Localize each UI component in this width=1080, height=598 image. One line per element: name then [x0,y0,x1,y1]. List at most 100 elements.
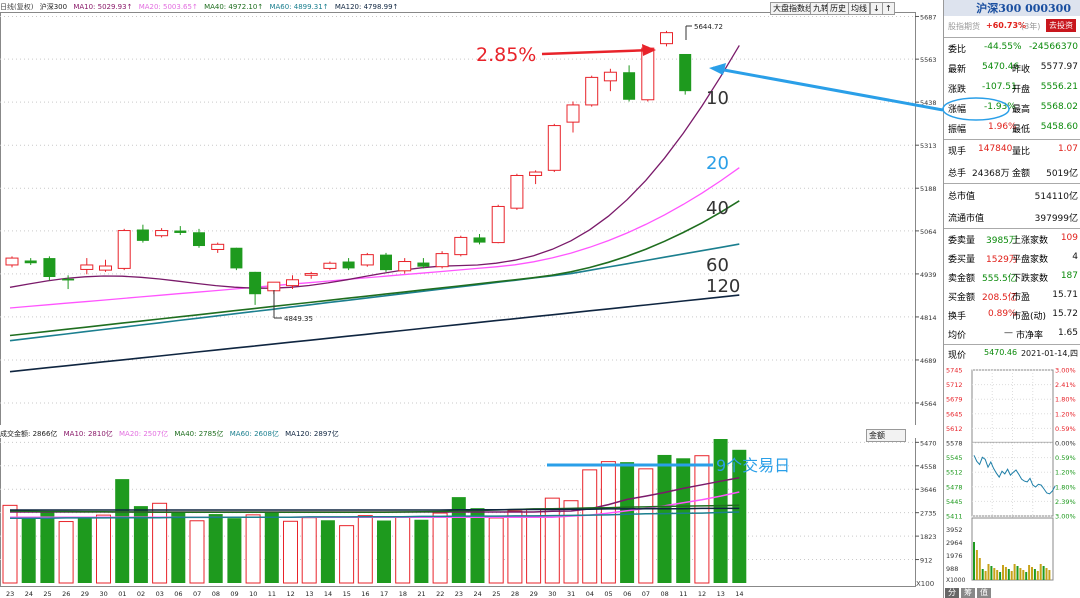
volume-bar-up [600,461,616,584]
volume-bar-down [77,517,92,583]
label-total-mktcap: 总市值 [948,192,976,202]
candle-body-up [155,230,169,237]
volume-bar-down [676,458,691,583]
volume-bar-down [377,520,391,583]
label-amount: 金额 [1012,169,1031,179]
intraday-right-tick: 1.80% [1055,396,1076,404]
candle-body-up [491,205,505,244]
row-total-mktcap: 总市值 514110亿 [944,185,1080,205]
panel-header: 沪深300 000300 [944,0,1080,16]
value-unchanged: 4 [1072,252,1078,262]
intraday-volume-tick: 3952 [946,526,963,534]
x-tick-label: 25 [492,590,500,598]
volume-bar-down [470,508,485,583]
x-tick-label: 13 [305,590,313,598]
row-zongshou: 总手 24368万 金额 5019亿 [944,162,1080,182]
label-decliners: 下跌家数 [1012,274,1049,284]
x-tick-label: 24 [474,590,482,598]
candle-body-up [360,254,374,266]
x-tick-label: 06 [174,590,182,598]
x-tick-label: 06 [623,590,631,598]
x-tick-label: 01 [118,590,126,598]
value-high: 5568.02 [1040,102,1078,112]
value-open: 5556.21 [1040,82,1078,92]
intraday-right-tick: 0.59% [1055,425,1076,433]
value-current-price: 5470.46 [984,348,1018,357]
legend-name: 沪深300 [39,3,68,11]
volume-bar-down [208,514,223,583]
tab-value[interactable]: 值 [977,588,991,598]
label-open: 开盘 [1012,85,1031,95]
intraday-right-tick: 0.00% [1055,440,1076,448]
history-button[interactable]: 历史 [827,2,849,15]
candle-body-up [529,171,543,176]
intraday-right-tick: 1.80% [1055,483,1076,491]
intraday-volume-tick: 1976 [946,552,963,560]
intraday-right-tick: 0.59% [1055,454,1076,462]
annotation-ma40: 40 [706,198,729,219]
candle-body-up [267,281,281,292]
price-tick-label: 4814 [920,314,937,322]
value-low: 5458.60 [1040,122,1078,132]
x-tick-label: 26 [62,590,70,598]
vol-legend-ma20: MA20: 2507亿 [119,430,169,438]
volume-bar-up [339,525,355,584]
volume-legend: 成交金额: 2866亿 MA10: 2810亿 MA20: 2507亿 MA40… [0,429,339,439]
scroll-down-button[interactable]: ↓ [870,2,883,15]
row-float-mktcap: 流通市值 397999亿 [944,207,1080,227]
value-weibi: -44.55% [984,42,1022,52]
intraday-volume-tick: 2964 [946,539,963,547]
x-tick-label: 02 [137,590,145,598]
annotation-ma60: 60 [706,255,729,276]
candle-body-down [473,237,486,243]
label-current-price: 现价 [948,351,967,361]
intraday-right-tick: 1.20% [1055,410,1076,418]
panel-title: 沪深300 000300 [976,2,1071,15]
volume-tick-label: 912 [920,557,932,565]
volume-bar-up [638,468,654,584]
candle-body-up [211,243,225,250]
x-tick-label: 22 [436,590,444,598]
candle-body-up [585,76,599,106]
price-tick-label: 5313 [920,142,937,150]
x-tick-label: 12 [287,590,295,598]
tab-chips[interactable]: 筹 [961,588,975,598]
label-prev-close: 昨收 [1012,65,1031,75]
legend-ma40: MA40: 4972.10↑ [204,3,264,11]
row-maijin: 卖金额 555.5亿 下跌家数 187 [944,267,1080,287]
scroll-up-button[interactable]: ↑ [882,2,895,15]
highlight-ellipse [942,97,1010,121]
candle-body-down [380,254,392,271]
intraday-left-tick: 5645 [946,410,963,418]
volume-tick-label: 2735 [920,510,937,518]
candle-body-down [230,247,243,269]
ma-button[interactable]: 均线 [848,2,870,15]
value-current-vol: 147840 [978,144,1013,154]
x-tick-label: 18 [399,590,407,598]
candle-body-up [566,104,580,123]
x-tick-label: 14 [735,590,743,598]
legend-ma60: MA60: 4899.31↑ [269,3,329,11]
intraday-volume-tick: 988 [946,565,958,573]
highlight-overlay [942,97,1010,121]
tab-intraday[interactable]: 分 [945,588,959,598]
x-tick-label: 25 [43,590,51,598]
volume-bar-up [301,517,317,584]
vol-legend-ma40: MA40: 2785亿 [174,430,224,438]
candle-body-down [136,229,149,241]
volume-bar-up [189,520,205,584]
candle-body-up [80,264,94,270]
volume-bar-up [507,510,523,584]
row-zhangdie: 涨跌 -107.51 开盘 5556.21 [944,78,1080,98]
intraday-left-tick: 5478 [946,483,963,491]
candle-body-down [249,271,262,295]
intraday-left-tick: 5712 [946,381,963,389]
value-date: 2021-01-14,四 [1020,349,1078,358]
row-mairu: 买金额 208.5亿 市盈 15.71 [944,286,1080,306]
row-weimai: 委卖量 3985万 上涨家数 109 [944,229,1080,249]
label-bid-vol: 委买量 [948,255,976,265]
intraday-right-tick: 3.00% [1055,513,1076,521]
invest-button[interactable]: 去投资 [1046,19,1076,32]
candle-body-down [174,230,187,233]
volume-mode-select[interactable]: 金额 [866,429,906,442]
